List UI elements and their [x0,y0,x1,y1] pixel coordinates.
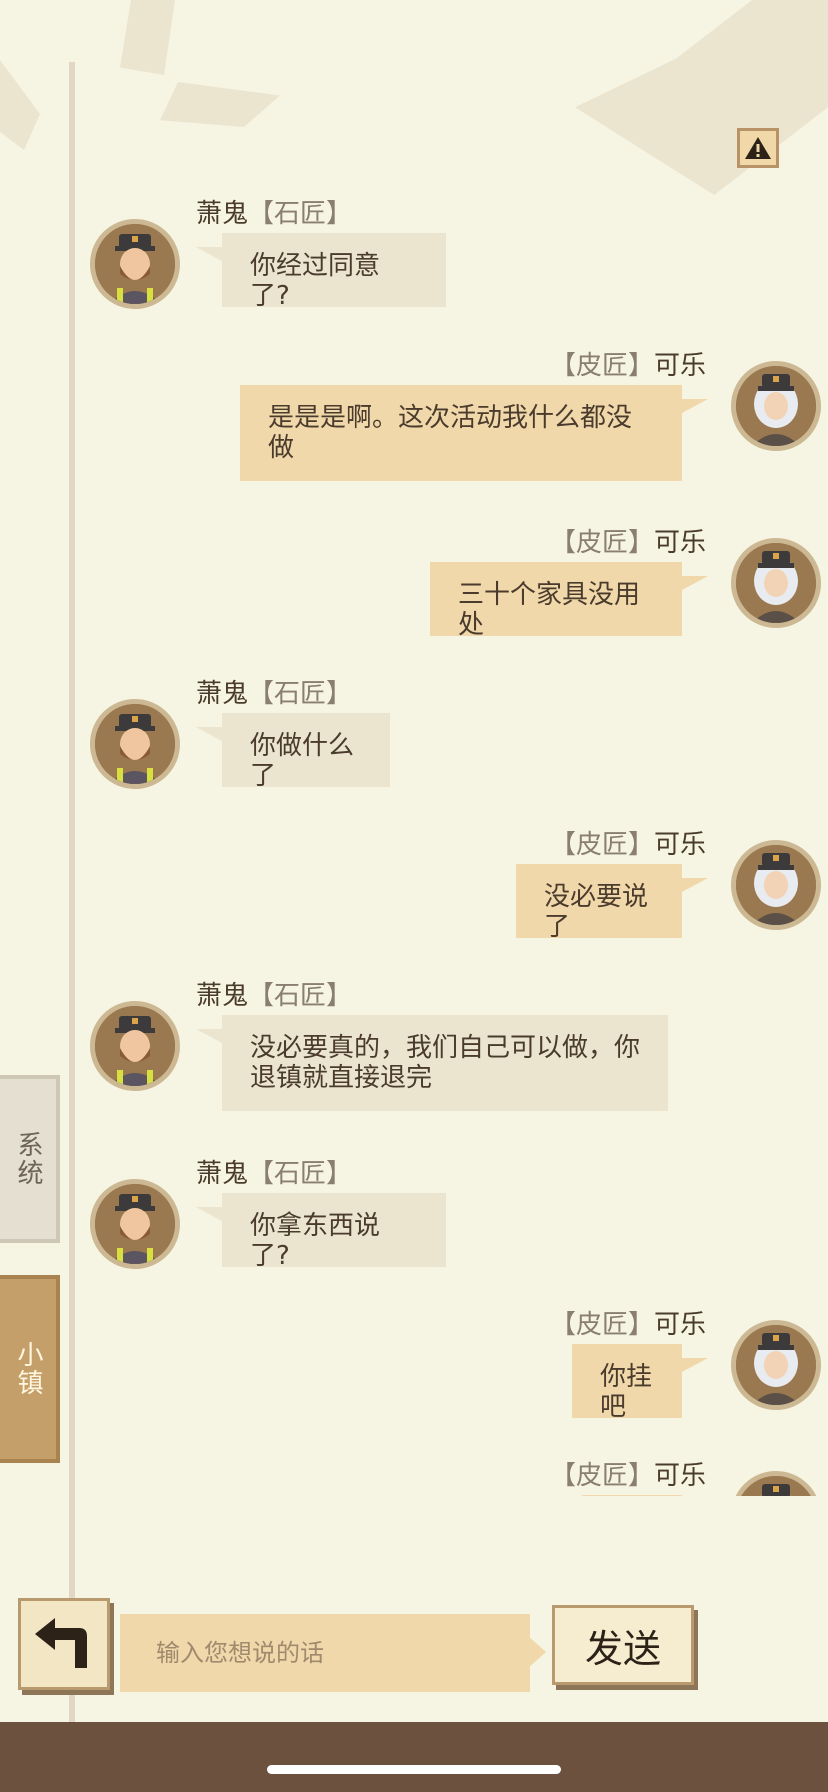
sender-name: 【皮匠】可乐 [549,830,706,860]
bearded-man-avatar[interactable] [90,1001,180,1091]
chat-message: 【皮匠】可乐 三十个家具没用处 [0,522,828,642]
send-button[interactable]: 发送 [552,1605,694,1685]
chat-scroll-clip: 【皮匠】可乐 [0,1445,828,1496]
background-shape [575,0,828,195]
warning-triangle-icon [745,137,771,159]
background-shape [160,82,280,127]
sender-name: 【皮匠】可乐 [549,1310,706,1340]
bottom-bar [0,1722,828,1792]
bearded-man-avatar[interactable] [90,699,180,789]
message-bubble[interactable]: 你挂吧 [572,1344,708,1422]
message-bubble[interactable]: 你拿东西说了? [196,1193,446,1271]
tab-system[interactable]: 系统 [0,1075,60,1243]
sender-name: 萧鬼【石匠】 [196,981,353,1011]
chat-message: 萧鬼【石匠】 你经过同意了? [0,193,828,313]
sender-name: 【皮匠】可乐 [549,351,706,381]
report-button[interactable] [737,128,779,168]
message-bubble[interactable]: 没必要说了 [516,864,708,942]
tab-town[interactable]: 小镇 [0,1275,60,1463]
background-shape [0,60,40,150]
message-input[interactable] [120,1614,530,1692]
back-button[interactable] [18,1598,110,1690]
input-bubble-tail [528,1636,546,1668]
sender-name: 萧鬼【石匠】 [196,199,353,229]
bearded-man-avatar[interactable] [90,219,180,309]
message-bubble[interactable] [582,1495,682,1496]
message-bubble[interactable]: 没必要真的，我们自己可以做，你退镇就直接退完 [196,1015,668,1111]
message-bubble[interactable]: 你经过同意了? [196,233,446,311]
back-arrow-icon [35,1618,87,1668]
chat-message: 【皮匠】可乐 你挂吧 [0,1304,828,1424]
home-indicator[interactable] [267,1765,561,1774]
sender-name: 【皮匠】可乐 [549,1461,706,1491]
sender-name: 萧鬼【石匠】 [196,1159,353,1189]
chat-message: 萧鬼【石匠】 你拿东西说了? [0,1153,828,1273]
white-haired-woman-avatar[interactable] [731,538,821,628]
message-bubble[interactable]: 你做什么了 [196,713,390,791]
chat-message: 【皮匠】可乐 没必要说了 [0,824,828,944]
bearded-man-avatar[interactable] [90,1179,180,1269]
message-bubble[interactable]: 是是是啊。这次活动我什么都没做 [240,385,708,481]
chat-message: 萧鬼【石匠】 没必要真的，我们自己可以做，你退镇就直接退完 [0,975,828,1115]
sender-name: 萧鬼【石匠】 [196,679,353,709]
background-shape [120,0,175,75]
white-haired-woman-avatar[interactable] [731,1320,821,1410]
message-bubble[interactable]: 三十个家具没用处 [430,562,708,640]
white-haired-woman-avatar[interactable] [731,361,821,451]
white-haired-woman-avatar[interactable] [731,1471,821,1496]
white-haired-woman-avatar[interactable] [731,840,821,930]
sender-name: 【皮匠】可乐 [549,528,706,558]
chat-message: 【皮匠】可乐 是是是啊。这次活动我什么都没做 [0,345,828,485]
chat-message: 萧鬼【石匠】 你做什么了 [0,673,828,793]
chat-message: 【皮匠】可乐 [0,1455,828,1496]
